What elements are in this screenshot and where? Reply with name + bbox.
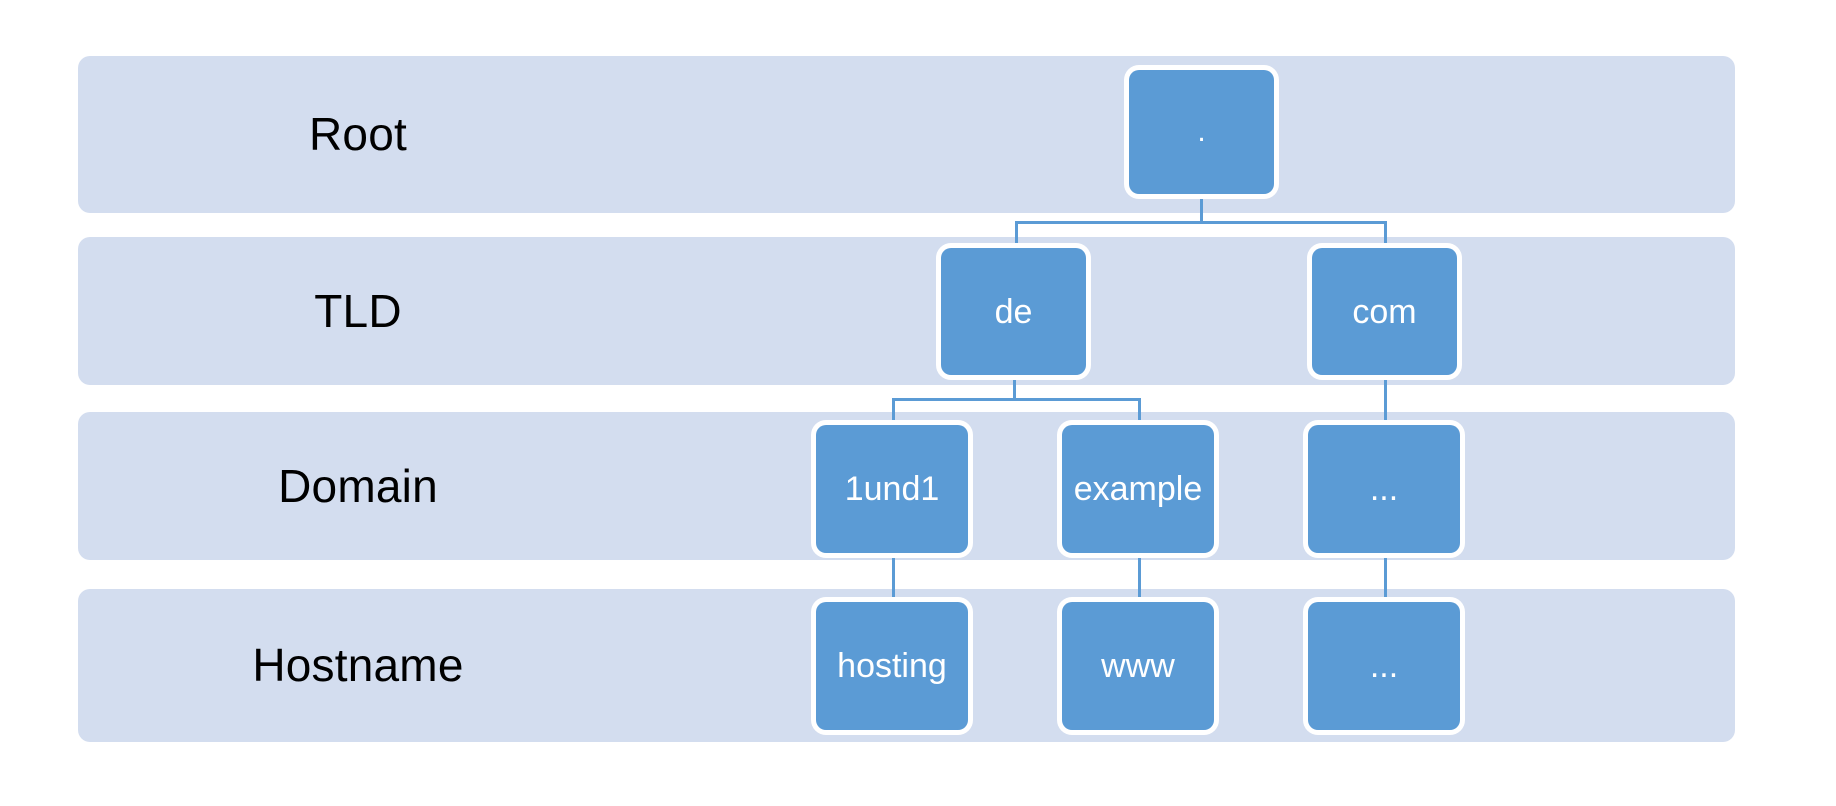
connector-ellipsis-to-ellipsis (1384, 553, 1387, 602)
node-domain-example[interactable]: example (1062, 425, 1214, 553)
connector-root-bus (1015, 221, 1387, 224)
connector-de-stem (1013, 376, 1016, 400)
connector-de-to-1und1 (892, 398, 895, 425)
level-label-hostname: Hostname (252, 639, 464, 691)
level-band-root: Root (78, 56, 1735, 213)
connector-root-stem (1200, 194, 1203, 222)
level-label-tld: TLD (314, 285, 402, 337)
connector-de-bus (892, 398, 1141, 401)
level-label-domain: Domain (278, 460, 438, 512)
node-root[interactable]: . (1129, 70, 1274, 194)
connector-root-to-com (1384, 221, 1387, 247)
node-tld-com[interactable]: com (1312, 248, 1457, 375)
connector-1und1-to-hosting (892, 553, 895, 602)
node-domain-1und1[interactable]: 1und1 (816, 425, 968, 553)
dns-hierarchy-diagram: Root TLD Domain Hostname . de com 1und1 … (0, 0, 1836, 806)
connector-example-to-www (1138, 553, 1141, 602)
node-domain-ellipsis[interactable]: ... (1308, 425, 1460, 553)
node-host-ellipsis[interactable]: ... (1308, 602, 1460, 730)
connector-de-to-example (1138, 398, 1141, 425)
node-host-www[interactable]: www (1062, 602, 1214, 730)
connector-root-to-de (1015, 221, 1018, 247)
node-host-hosting[interactable]: hosting (816, 602, 968, 730)
node-tld-de[interactable]: de (941, 248, 1086, 375)
level-band-tld: TLD (78, 237, 1735, 385)
level-label-root: Root (309, 108, 407, 160)
connector-com-to-ellipsis (1384, 376, 1387, 425)
